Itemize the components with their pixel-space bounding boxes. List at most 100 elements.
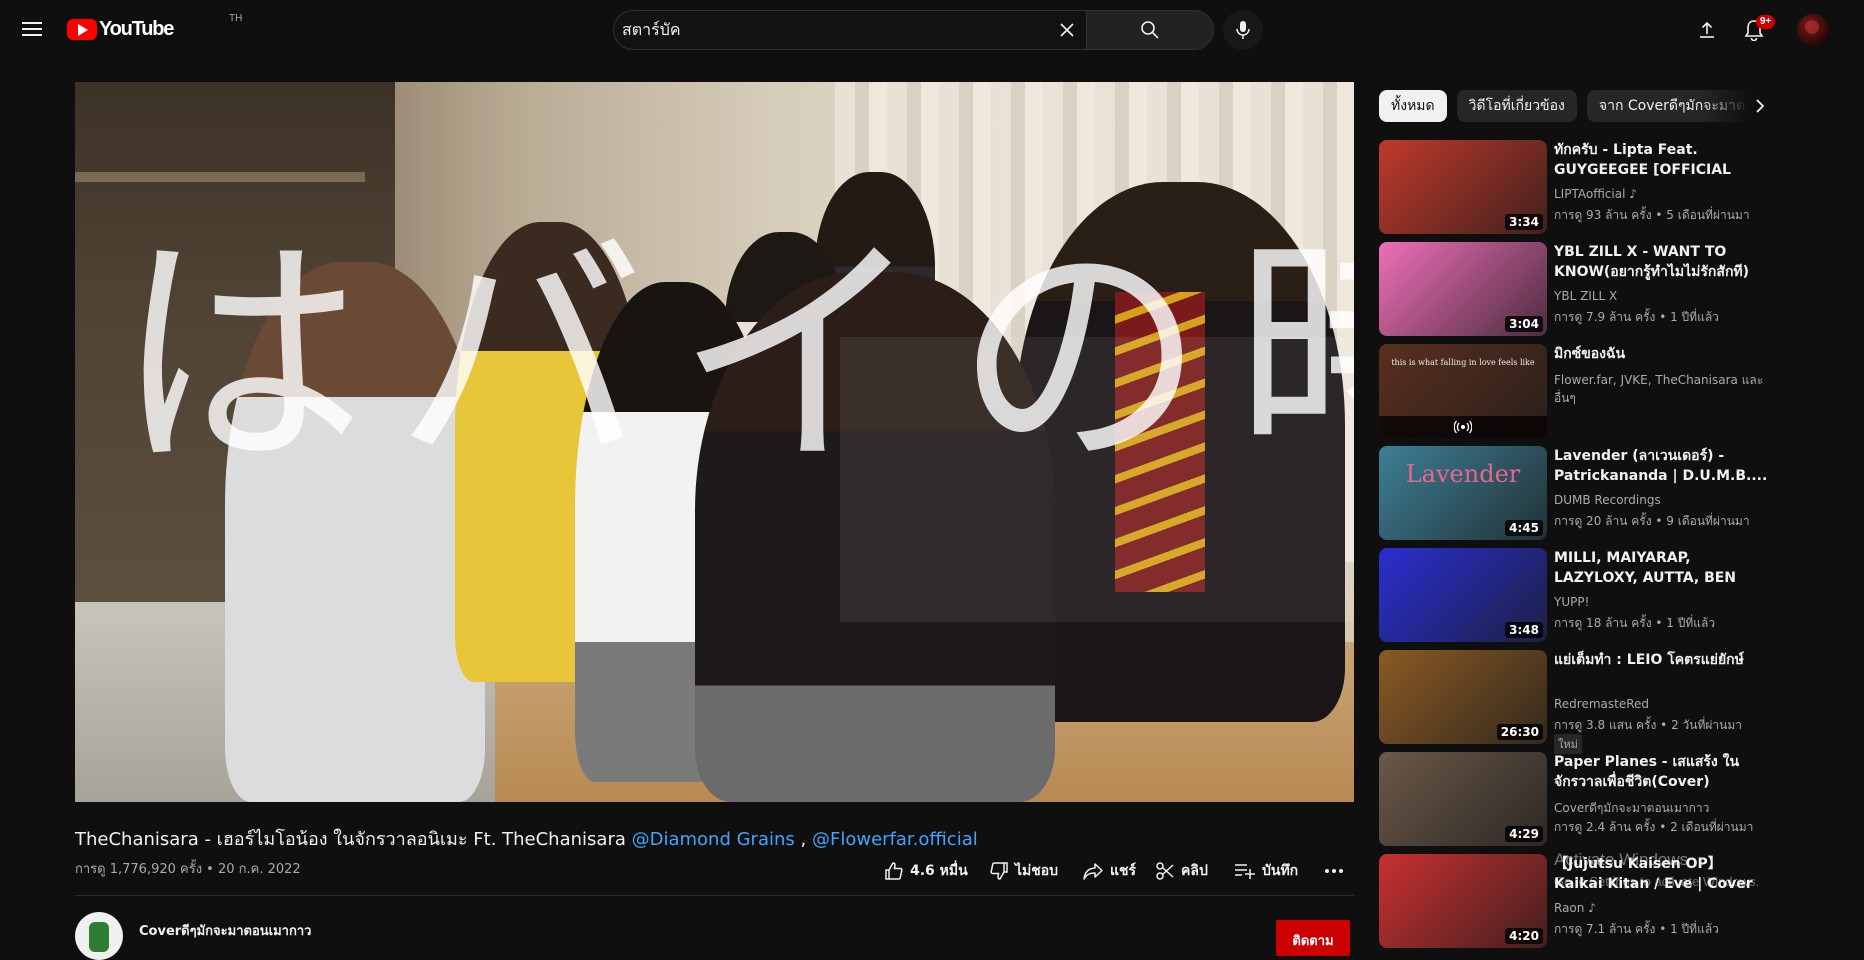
new-badge: ใหม่ [1554, 734, 1582, 754]
dislike-label: ไม่ชอบ [1015, 863, 1059, 879]
recommendation-item[interactable]: 3:34 ทักครับ - Lipta Feat. GUYGEEGEE [OFF… [1379, 140, 1799, 234]
video-player[interactable]: はバイの時 [75, 82, 1354, 802]
recommendation-title[interactable]: MILLI, MAIYARAP, LAZYLOXY, AUTTA, BEN BI… [1554, 548, 1769, 588]
microphone-icon [1236, 21, 1250, 39]
activate-windows-title: Activate Windows [1554, 850, 1689, 869]
recommendation-item[interactable]: this is what falling in love feels like ม… [1379, 344, 1799, 438]
recommendation-title[interactable]: YBL ZILL X - WANT TO KNOW(อยากรู้ทำไมไม่… [1554, 242, 1769, 282]
country-code: TH [229, 13, 243, 24]
clip-label: คลิป [1181, 863, 1208, 879]
channel-avatar[interactable] [75, 912, 123, 960]
recommendation-title[interactable]: มิกซ์ของฉัน [1554, 344, 1769, 364]
upload-button[interactable] [1687, 10, 1727, 50]
recommendation-channel[interactable]: YUPP! [1554, 595, 1589, 609]
recommendation-stats: การดู 20 ล้าน ครั้ง • 9 เดือนที่ผ่านมา [1554, 514, 1750, 528]
video-thumbnail[interactable]: 4:29 [1379, 752, 1547, 846]
notifications-button[interactable]: 9+ [1734, 10, 1776, 50]
video-thumbnail[interactable]: 4:20 [1379, 854, 1547, 948]
chip-related[interactable]: วิดีโอที่เกี่ยวข้อง [1456, 90, 1577, 122]
save-label: บันทึก [1262, 863, 1299, 879]
clip-button[interactable]: คลิป [1155, 857, 1208, 885]
video-duration: 4:20 [1505, 928, 1543, 944]
video-thumbnail[interactable]: 3:04 [1379, 242, 1547, 336]
video-thumbnail[interactable]: Lavender 4:45 [1379, 446, 1547, 540]
video-thumbnail[interactable]: 3:48 [1379, 548, 1547, 642]
recommendation-item[interactable]: 4:29 Paper Planes - เสแสร้ง ในจักรวาลเพื่… [1379, 752, 1799, 846]
recommendation-item[interactable]: 3:04 YBL ZILL X - WANT TO KNOW(อยากรู้ทำไ… [1379, 242, 1799, 336]
voice-search-button[interactable] [1223, 10, 1263, 50]
recommendation-title[interactable]: Lavender (ลาเวนเดอร์) - Patrickananda | … [1554, 446, 1769, 486]
logo-text: YouTube [99, 17, 174, 40]
notification-count-badge: 9+ [1756, 15, 1776, 29]
thumbnail-caption: this is what falling in love feels like [1391, 358, 1535, 367]
like-count: 4.6 หมื่น [910, 863, 968, 879]
video-thumbnail[interactable]: 26:30 [1379, 650, 1547, 744]
video-duration: 3:48 [1505, 622, 1543, 638]
recommendation-item[interactable]: Lavender 4:45 Lavender (ลาเวนเดอร์) - Patr… [1379, 446, 1799, 540]
dislike-button[interactable]: ไม่ชอบ [989, 857, 1058, 885]
recommendation-channel[interactable]: RedremasteRed [1554, 697, 1649, 711]
video-view-count-date: การดู 1,776,920 ครั้ง • 20 ก.ค. 2022 [75, 862, 301, 877]
recommendation-stats: การดู 18 ล้าน ครั้ง • 1 ปีที่แล้ว [1554, 616, 1716, 630]
recommendation-channel[interactable]: Flower.far, JVKE, TheChanisara และอื่นๆ [1554, 371, 1769, 407]
recommendation-title[interactable]: Paper Planes - เสแสร้ง ในจักรวาลเพื่อชีว… [1554, 752, 1769, 792]
mix-radio-icon [1379, 416, 1547, 438]
recommendation-channel[interactable]: Raon ♪ [1554, 901, 1596, 915]
thumbs-up-icon [885, 862, 903, 880]
mention-link-diamond-grains[interactable]: @Diamond Grains [632, 829, 795, 850]
account-avatar[interactable] [1797, 14, 1829, 46]
recommendation-channel[interactable]: DUMB Recordings [1554, 493, 1661, 507]
search-bar [613, 10, 1086, 50]
video-thumbnail[interactable]: this is what falling in love feels like [1379, 344, 1547, 438]
video-duration: 26:30 [1496, 724, 1543, 740]
clear-search-icon[interactable] [1048, 11, 1086, 49]
recommendation-stats: การดู 7.9 ล้าน ครั้ง • 1 ปีที่แล้ว [1554, 310, 1719, 324]
activate-windows-subtitle: Go to Settings to activate Windows. [1554, 874, 1760, 889]
video-thumbnail[interactable]: 3:34 [1379, 140, 1547, 234]
share-button[interactable]: แชร์ [1082, 857, 1136, 885]
video-title: TheChanisara - เฮอร์ไมโอน้อง ในจักรวาลอน… [75, 824, 978, 853]
more-horizontal-icon [1325, 869, 1343, 873]
chip-all[interactable]: ทั้งหมด [1379, 90, 1447, 122]
recommendation-item[interactable]: 26:30 แย่เต็มทำ : LEIO โคตรแย่ยักษ์ Redrem… [1379, 650, 1799, 754]
menu-icon[interactable] [12, 9, 52, 49]
video-duration: 4:29 [1505, 826, 1543, 842]
add-to-playlist-icon [1235, 864, 1255, 879]
recommendation-channel[interactable]: Coverดีๆมักจะมาตอนเมากาว [1554, 799, 1709, 818]
video-overlay-text: はバイの時 [115, 211, 1354, 502]
recommendation-stats: การดู 3.8 แสน ครั้ง • 2 วันที่ผ่านมา [1554, 718, 1742, 732]
save-button[interactable]: บันทึก [1234, 857, 1298, 885]
youtube-logo[interactable]: YouTube TH [67, 13, 242, 41]
like-button[interactable]: 4.6 หมื่น [884, 857, 968, 885]
mention-separator: , [800, 829, 807, 850]
top-header: YouTube TH 9+ [0, 0, 1864, 58]
video-duration: 4:45 [1505, 520, 1543, 536]
recommendation-item[interactable]: 3:48 MILLI, MAIYARAP, LAZYLOXY, AUTTA, BE… [1379, 548, 1799, 642]
recommendation-title[interactable]: แย่เต็มทำ : LEIO โคตรแย่ยักษ์ [1554, 650, 1769, 670]
recommendation-stats: การดู 2.4 ล้าน ครั้ง • 2 เดือนที่ผ่านมา [1554, 820, 1754, 834]
scissors-icon [1156, 862, 1174, 880]
search-button[interactable] [1086, 10, 1214, 50]
more-actions-button[interactable] [1324, 857, 1344, 885]
thumbs-down-icon [990, 862, 1008, 880]
channel-name[interactable]: Coverดีๆมักจะมาตอนเมากาว [139, 920, 311, 941]
video-duration: 3:04 [1505, 316, 1543, 332]
chevron-right-icon[interactable] [1744, 90, 1776, 122]
mention-link-flowerfar[interactable]: @Flowerfar.official [812, 829, 978, 850]
upload-icon [1700, 21, 1714, 38]
recommendation-channel[interactable]: LIPTAofficial ♪ [1554, 187, 1637, 201]
youtube-play-icon [67, 18, 97, 40]
info-divider [75, 895, 1354, 896]
recommendation-title[interactable]: ทักครับ - Lipta Feat. GUYGEEGEE [OFFICIA… [1554, 140, 1769, 180]
recommendation-stats: การดู 93 ล้าน ครั้ง • 5 เดือนที่ผ่านมา [1554, 208, 1750, 222]
recommendation-channel[interactable]: YBL ZILL X [1554, 289, 1617, 303]
search-input[interactable] [622, 11, 1048, 49]
video-title-text: TheChanisara - เฮอร์ไมโอน้อง ในจักรวาลอน… [75, 829, 626, 850]
share-label: แชร์ [1110, 863, 1137, 879]
thumbnail-caption: Lavender [1405, 460, 1521, 488]
video-duration: 3:34 [1505, 214, 1543, 230]
share-icon [1083, 863, 1103, 880]
recommendation-stats: การดู 7.1 ล้าน ครั้ง • 1 ปีที่แล้ว [1554, 922, 1719, 936]
subscribe-button[interactable]: ติดตาม [1276, 920, 1350, 956]
search-icon [1141, 21, 1159, 39]
